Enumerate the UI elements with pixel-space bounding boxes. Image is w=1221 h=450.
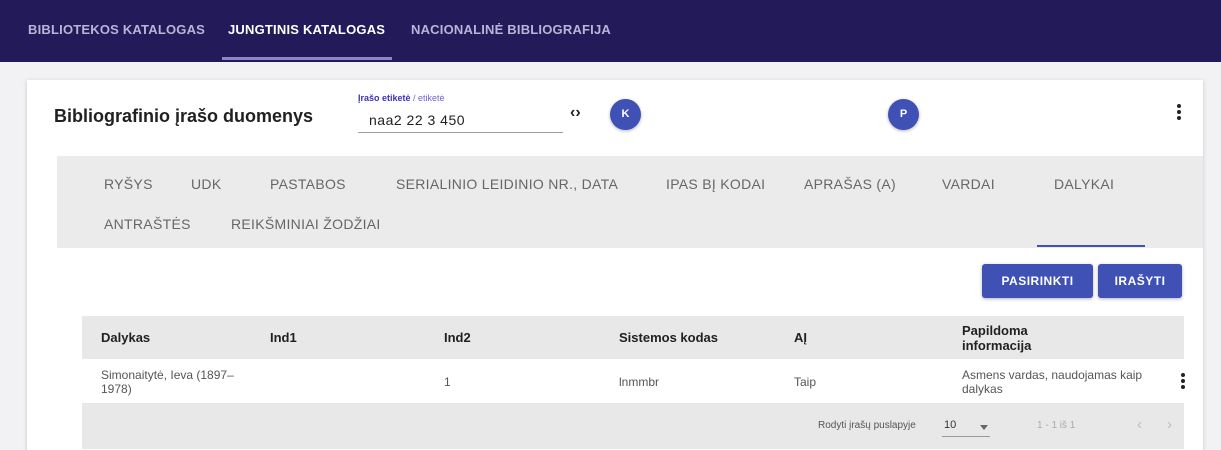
subjects-table: Dalykas Ind1 Ind2 Sistemos kodas AĮ Papi… (82, 316, 1185, 449)
column-header-papildoma-informacija: Papildoma informacija (962, 322, 1032, 353)
tab-serialinio-leidinio[interactable]: SERIALINIO LEIDINIO NR., DATA (396, 176, 618, 192)
active-tab-underline (222, 57, 392, 60)
row-more-icon[interactable] (1177, 373, 1189, 393)
tab-bibliotekos-katalogas[interactable]: BIBLIOTEKOS KATALOGAS (28, 22, 205, 37)
record-card: Bibliografinio įrašo duomenys Įrašo etik… (27, 80, 1203, 450)
tab-udk[interactable]: UDK (191, 176, 221, 192)
code-icon[interactable]: ‹› (570, 104, 581, 122)
column-header-ai: AĮ (794, 330, 807, 345)
tab-rysys[interactable]: RYŠYS (104, 176, 153, 192)
tab-nacionaline-bibliografija[interactable]: NACIONALINĖ BIBLIOGRAFIJA (411, 22, 611, 37)
table-row[interactable]: Simonaitytė, Ieva (1897–1978) 1 lnmmbr T… (82, 359, 1185, 404)
record-tag-label-separator: / (410, 93, 419, 103)
record-tag-label-primary: Įrašo etiketė (358, 93, 411, 103)
tab-reiksminiai-zodziai[interactable]: REIKŠMINIAI ŽODŽIAI (231, 216, 381, 232)
section-tabs: RYŠYS UDK PASTABOS SERIALINIO LEIDINIO N… (57, 156, 1203, 248)
more-vert-icon[interactable] (1173, 104, 1185, 124)
record-tag-label-secondary: etiketė (418, 93, 445, 103)
tab-jungtinis-katalogas[interactable]: JUNGTINIS KATALOGAS (228, 22, 385, 37)
k-button[interactable]: K (610, 99, 641, 130)
tab-vardai[interactable]: VARDAI (942, 176, 995, 192)
record-tag-field[interactable]: Įrašo etiketė / etiketė naa2 22 3 450 (358, 93, 563, 133)
column-header-dalykas: Dalykas (101, 330, 151, 345)
select-button[interactable]: PASIRINKTI (982, 264, 1093, 298)
chevron-left-icon[interactable]: ‹ (1137, 416, 1142, 433)
record-tag-label: Įrašo etiketė / etiketė (358, 93, 445, 103)
cell-ind2: 1 (444, 374, 451, 389)
rows-per-page-select[interactable]: 10 (942, 415, 990, 437)
save-button[interactable]: IRAŠYTI (1098, 264, 1182, 298)
rows-per-page-label: Rodyti įrašų puslapyje (818, 420, 916, 431)
column-header-ind1: Ind1 (270, 330, 297, 345)
table-paginator: Rodyti įrašų puslapyje 10 1 - 1 iš 1 ‹ › (82, 404, 1184, 449)
tab-dalykai[interactable]: DALYKAI (1054, 176, 1114, 192)
tab-ipas-bi-kodai[interactable]: IPAS BĮ KODAI (666, 176, 765, 192)
page-title: Bibliografinio įrašo duomenys (54, 106, 314, 126)
cell-ind1 (270, 359, 370, 404)
rows-per-page-value: 10 (944, 419, 957, 431)
dropdown-arrow-icon (980, 425, 988, 430)
column-header-ind2: Ind2 (444, 330, 471, 345)
tab-antrastes[interactable]: ANTRAŠTĖS (104, 216, 191, 232)
cell-papildoma: Asmens vardas, naudojamas kaip dalykas (962, 367, 1143, 396)
cell-ai: Taip (794, 374, 817, 389)
p-button[interactable]: P (888, 99, 919, 130)
cell-sistemos-kodas: lnmmbr (619, 374, 660, 389)
active-tab-indicator (1037, 245, 1145, 247)
tab-pastabos[interactable]: PASTABOS (270, 176, 346, 192)
record-tag-input[interactable]: naa2 22 3 450 (369, 112, 465, 128)
chevron-right-icon[interactable]: › (1167, 416, 1172, 433)
top-navigation: BIBLIOTEKOS KATALOGAS JUNGTINIS KATALOGA… (0, 0, 1221, 62)
pagination-range: 1 - 1 iš 1 (1037, 420, 1076, 431)
tab-aprasas-a[interactable]: APRAŠAS (A) (804, 176, 896, 192)
column-header-sistemos-kodas: Sistemos kodas (619, 330, 718, 345)
cell-dalykas: Simonaitytė, Ieva (1897–1978) (101, 367, 234, 396)
table-header: Dalykas Ind1 Ind2 Sistemos kodas AĮ Papi… (82, 316, 1184, 359)
